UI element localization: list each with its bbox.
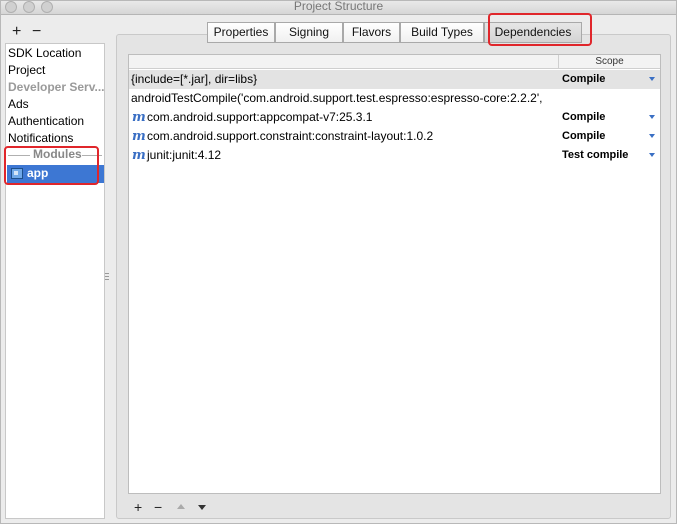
remove-module-button[interactable]: − [32,23,41,41]
dependency-scope[interactable]: Test compile [562,146,628,165]
scope-dropdown-icon[interactable] [649,115,655,119]
modules-separator: Modules [8,147,102,162]
separator-line [82,155,102,156]
sidebar-list: SDK Location Project Developer Serv... A… [5,43,105,519]
table-header: Scope [129,55,660,69]
sidebar-item-authentication[interactable]: Authentication [8,113,104,130]
maven-library-icon: m [132,148,146,163]
table-row[interactable]: m com.android.support.constraint:constra… [129,127,660,146]
dependency-name: com.android.support.constraint:constrain… [147,129,434,143]
move-up-icon[interactable] [177,504,185,509]
add-module-button[interactable]: + [12,23,21,41]
tab-properties[interactable]: Properties [207,22,275,43]
move-down-icon[interactable] [198,505,206,510]
module-folder-icon [11,168,23,179]
table-row[interactable]: m com.android.support:appcompat-v7:25.3.… [129,108,660,127]
separator-line [8,155,30,156]
title-bar: Project Structure [1,0,676,15]
sidebar: + − SDK Location Project Developer Serv.… [5,21,105,519]
dependency-name: junit:junit:4.12 [147,148,222,162]
tab-signing[interactable]: Signing [275,22,343,43]
sidebar-toolbar: + − [5,23,105,43]
modules-header: Modules [32,147,83,161]
table-toolbar: + − [129,498,660,516]
tab-build-types[interactable]: Build Types [400,22,484,43]
dependency-name: com.android.support:appcompat-v7:25.3.1 [147,110,373,124]
module-label: app [27,166,49,180]
sidebar-item-notifications[interactable]: Notifications [8,130,104,147]
sidebar-header-developer-services: Developer Serv... [8,80,104,94]
sidebar-item-project[interactable]: Project [8,62,104,79]
dependencies-table: Scope {include=[*.jar], dir=libs} Compil… [128,54,661,494]
sidebar-item-ads[interactable]: Ads [8,96,104,113]
sidebar-item-app[interactable]: app [7,165,104,183]
tab-flavors[interactable]: Flavors [343,22,400,43]
splitter-handle[interactable] [105,271,109,283]
sidebar-item-sdk-location[interactable]: SDK Location [8,45,104,62]
dependency-name: {include=[*.jar], dir=libs} [131,72,258,86]
dependency-scope[interactable]: Compile [562,108,605,127]
scope-dropdown-icon[interactable] [649,134,655,138]
dependency-scope[interactable]: Compile [562,127,605,146]
table-row[interactable]: {include=[*.jar], dir=libs} Compile [129,70,660,89]
table-row[interactable]: androidTestCompile('com.android.support.… [129,89,660,108]
table-row[interactable]: m junit:junit:4.12 Test compile [129,146,660,165]
add-dependency-button[interactable]: + [134,498,142,516]
tab-dependencies[interactable]: Dependencies [484,22,582,43]
scope-dropdown-icon[interactable] [649,77,655,81]
dependency-scope[interactable]: Compile [562,70,605,89]
scope-dropdown-icon[interactable] [649,153,655,157]
dependency-name: androidTestCompile('com.android.support.… [131,91,543,105]
scope-column-header[interactable]: Scope [559,55,660,69]
project-structure-window: Project Structure + − SDK Location Proje… [0,0,677,524]
maven-library-icon: m [132,129,146,144]
remove-dependency-button[interactable]: − [154,498,162,516]
window-title: Project Structure [293,0,384,13]
maven-library-icon: m [132,110,146,125]
